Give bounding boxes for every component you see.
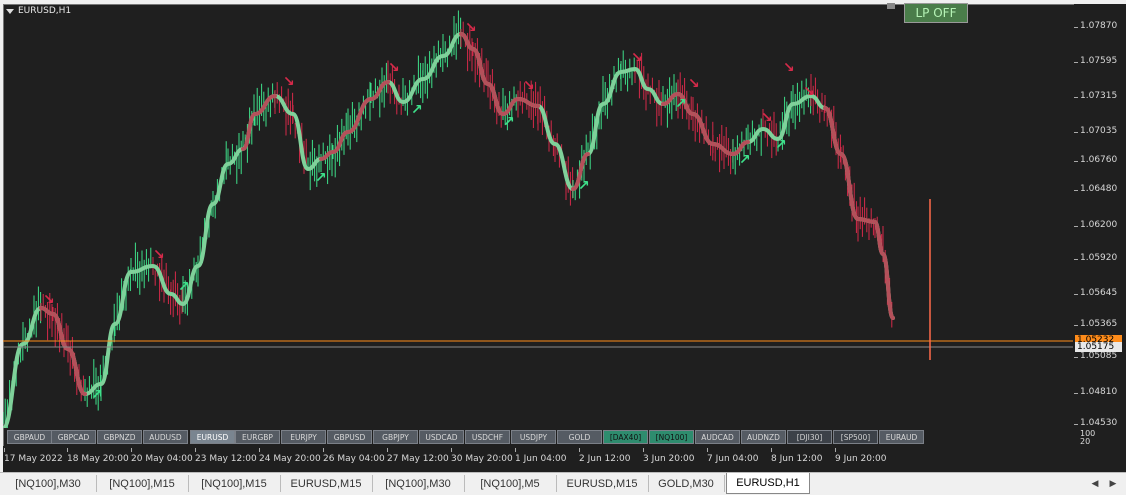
chart-symbol-label: EURUSD,H1 <box>18 6 72 16</box>
symbol-button-gbpaud[interactable]: GBPAUD <box>7 430 52 444</box>
price-axis[interactable]: 1.07870 1.07595 1.07315 1.07035 1.06760 1.064… <box>1073 4 1126 428</box>
symbol-button-dji30[interactable]: [DJI30] <box>787 430 832 444</box>
triangle-left-icon[interactable]: ◀ <box>1088 477 1102 491</box>
buy-arrow-icon: ↗ <box>315 170 327 186</box>
time-tick-label: 8 Jun 12:00 <box>771 448 823 464</box>
price-level-tag: 1.05175 <box>1075 342 1122 352</box>
sell-arrow-icon: ↘ <box>761 110 773 126</box>
buy-arrow-icon: ↗ <box>178 279 190 295</box>
buy-arrow-icon: ↗ <box>91 387 103 403</box>
sell-arrow-icon: ↘ <box>283 74 295 90</box>
lp-off-button[interactable]: LP OFF <box>904 3 968 23</box>
buy-arrow-icon: ↗ <box>503 114 515 130</box>
price-tick-label: 1.05645 <box>1073 288 1118 298</box>
time-tick-label: 1 Jun 04:00 <box>515 448 567 464</box>
time-tick-label: 24 May 20:00 <box>259 448 321 464</box>
chart-tab[interactable]: EURUSD,M15 <box>556 475 649 492</box>
time-tick-label: 2 Jun 12:00 <box>579 448 631 464</box>
symbol-button-gbpcad[interactable]: GBPCAD <box>51 430 96 444</box>
price-tick-label: 1.07870 <box>1073 21 1118 31</box>
symbol-button-usdchf[interactable]: USDCHF <box>465 430 510 444</box>
chart-tab[interactable]: [NQ100],M15 <box>96 475 189 492</box>
price-tick-label: 1.05085 <box>1073 351 1118 361</box>
symbol-button-usdjpy[interactable]: USDJPY <box>511 430 556 444</box>
price-tick-label: 1.07035 <box>1073 126 1118 136</box>
symbol-button-gold[interactable]: GOLD <box>557 430 602 444</box>
symbol-button-euraud[interactable]: EURAUD <box>879 430 924 444</box>
symbol-button-nq100[interactable]: [NQ100] <box>649 430 694 444</box>
symbol-button-gbpnzd[interactable]: GBPNZD <box>97 430 142 444</box>
symbol-button-gbpjpy[interactable]: GBPJPY <box>373 430 418 444</box>
price-tick-label: 1.04530 <box>1073 418 1118 428</box>
buy-arrow-icon: ↗ <box>411 102 423 118</box>
indicator-level-20: 20 <box>1080 437 1091 446</box>
chart-tab[interactable]: [NQ100],M30 <box>0 475 97 492</box>
sell-arrow-icon: ↘ <box>465 20 477 36</box>
symbol-button-sp500[interactable]: [SP500] <box>833 430 878 444</box>
sell-arrow-icon: ↘ <box>803 84 815 100</box>
chart-title: EURUSD,H1 <box>6 6 71 16</box>
buy-arrow-icon: ↗ <box>578 178 590 194</box>
symbol-button-dax40[interactable]: [DAX40] <box>603 430 648 444</box>
chart-tab[interactable]: [NQ100],M15 <box>188 475 281 492</box>
sell-arrow-icon: ↘ <box>523 78 535 94</box>
triangle-right-icon[interactable]: ▶ <box>1106 477 1120 491</box>
symbol-button-eurgbp[interactable]: EURGBP <box>235 430 280 444</box>
sell-arrow-icon: ↘ <box>43 292 55 308</box>
time-tick-label: 27 May 12:00 <box>387 448 449 464</box>
chart-tab[interactable]: [NQ100],M30 <box>372 475 465 492</box>
symbol-button-audusd[interactable]: AUDUSD <box>143 430 188 444</box>
price-tick-label: 1.06480 <box>1073 184 1118 194</box>
time-tick-label: 18 May 20:00 <box>67 448 129 464</box>
sell-arrow-icon: ↘ <box>783 60 795 76</box>
time-tick-label: 23 May 12:00 <box>195 448 257 464</box>
price-tick-label: 1.05365 <box>1073 319 1118 329</box>
buy-arrow-icon: ↗ <box>775 137 787 153</box>
sell-arrow-icon: ↘ <box>388 60 400 76</box>
symbol-button-eurusd[interactable]: EURUSD <box>190 430 235 444</box>
sell-arrow-icon: ↘ <box>631 50 643 66</box>
chart-tab[interactable]: GOLD,M30 <box>648 475 725 492</box>
candle-bars <box>3 10 893 428</box>
price-tick-label: 1.07595 <box>1073 56 1118 66</box>
sell-arrow-icon: ↘ <box>153 247 165 263</box>
pin-icon <box>887 3 895 9</box>
buy-arrow-icon: ↗ <box>675 96 687 112</box>
symbol-buttons-bar: GBPAUD GBPCAD GBPNZD AUDUSD EURUSD EURGBP EURJ… <box>3 428 1075 446</box>
indicator-axis: 100 20 <box>1074 428 1126 446</box>
trend-line-bear-segment <box>823 106 895 320</box>
chart-tab[interactable]: EURUSD,M15 <box>280 475 373 492</box>
chart-tab[interactable]: EURUSD,H1 <box>726 473 810 494</box>
trend-line <box>3 31 895 428</box>
price-chart[interactable]: ↘↘↗↗↘↗↘↗↘↗↘↗↘↗↘↗↘↗↘↘ <box>3 4 1073 428</box>
time-tick-label: 7 Jun 04:00 <box>707 448 759 464</box>
price-tick-label: 1.07315 <box>1073 91 1118 101</box>
price-tick-label: 1.04810 <box>1073 387 1118 397</box>
symbol-button-audcad[interactable]: AUDCAD <box>695 430 740 444</box>
time-tick-label: 30 May 20:00 <box>451 448 513 464</box>
price-tick-label: 1.05920 <box>1073 253 1118 263</box>
time-tick-label: 20 May 04:00 <box>131 448 193 464</box>
chart-window: ↘ ↘ ↗ ↗ ↘ ↗ ↘ ↗ ↘ ↗ ↘ ↗ ↘ ↗ ↘ ↗ ↘ ↗ ↘ ↘ EURUSD,H1 LP OFF 1.… <box>0 0 1126 472</box>
symbol-button-gbpusd[interactable]: GBPUSD <box>327 430 372 444</box>
price-tick-label: 1.06200 <box>1073 220 1118 230</box>
time-tick-label: 9 Jun 20:00 <box>835 448 887 464</box>
symbol-button-audnzd[interactable]: AUDNZD <box>741 430 786 444</box>
time-tick-label: 3 Jun 20:00 <box>643 448 695 464</box>
time-tick-label: 17 May 2022 <box>4 448 63 464</box>
price-tick-label: 1.06760 <box>1073 155 1118 165</box>
buy-arrow-icon: ↗ <box>739 152 751 168</box>
chart-tabs-bar: ◀ ▶ [NQ100],M30 [NQ100],M15 [NQ100],M15 EUR… <box>0 472 1126 495</box>
symbol-button-usdcad[interactable]: USDCAD <box>419 430 464 444</box>
dropdown-triangle-icon[interactable] <box>6 8 14 14</box>
symbol-button-eurjpy[interactable]: EURJPY <box>281 430 326 444</box>
chart-tab[interactable]: [NQ100],M5 <box>464 475 557 492</box>
sell-arrow-icon: ↘ <box>688 76 700 92</box>
time-tick-label: 26 May 04:00 <box>323 448 385 464</box>
time-axis[interactable]: 17 May 2022 18 May 20:00 20 May 04:00 23 Ma… <box>3 446 1126 472</box>
